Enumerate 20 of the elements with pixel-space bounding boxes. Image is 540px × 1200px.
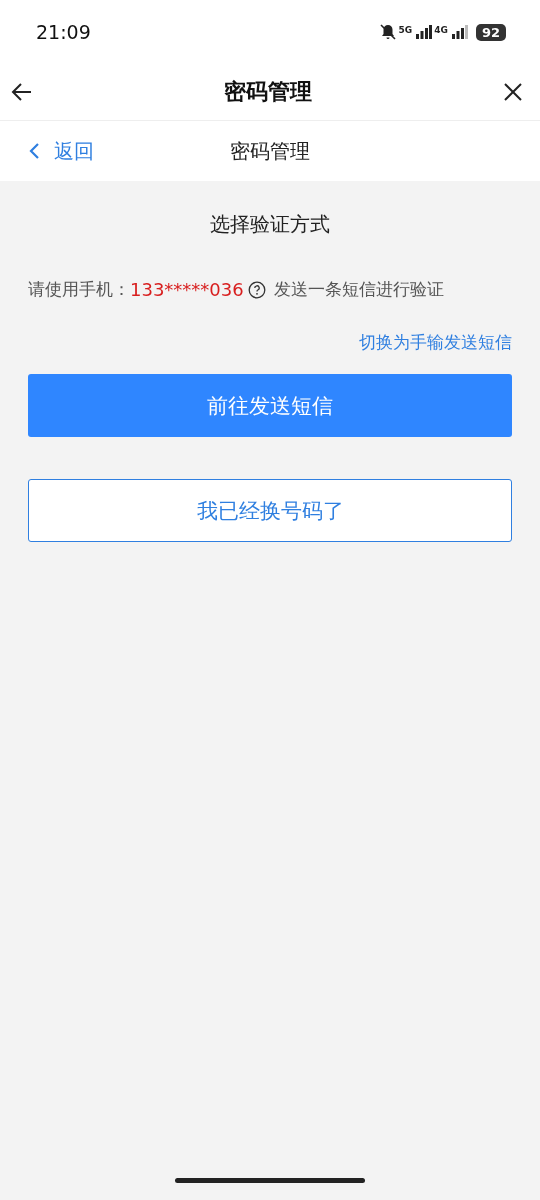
signal-icon	[449, 24, 468, 40]
phone-number: 133*****036	[130, 279, 244, 300]
prompt-label: 请使用手机：	[28, 278, 130, 301]
back-button[interactable]: 返回	[0, 137, 94, 165]
status-time: 21:09	[36, 21, 91, 43]
chevron-left-icon	[28, 142, 40, 160]
muted-bell-icon	[378, 23, 397, 41]
help-icon[interactable]	[247, 280, 266, 299]
close-icon[interactable]	[502, 81, 524, 103]
page-title: 密码管理	[224, 78, 312, 106]
network-label: 4G	[434, 25, 448, 35]
section-heading: 选择验证方式	[209, 211, 331, 238]
signal-icon	[414, 24, 433, 40]
prompt-text: 发送一条短信进行验证	[273, 278, 444, 301]
changed-number-button[interactable]: 我已经换号码了	[28, 479, 512, 542]
nav-title: 密码管理	[230, 137, 310, 165]
send-sms-button[interactable]: 前往发送短信	[28, 374, 512, 437]
network-label: 5G	[398, 25, 413, 35]
battery-level: 92	[475, 23, 506, 41]
switch-link[interactable]: 切换为手输发送短信	[359, 331, 512, 354]
